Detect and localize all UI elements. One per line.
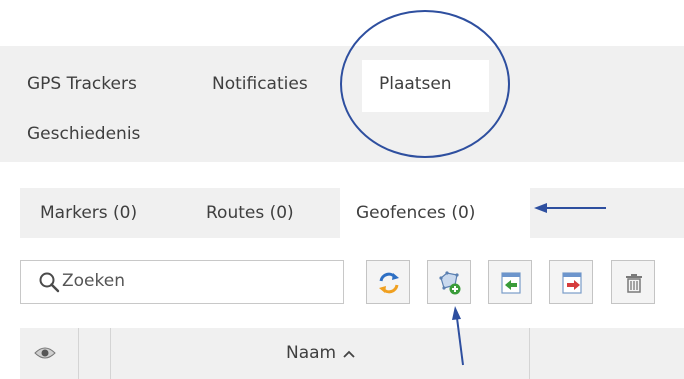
grid-separator — [110, 328, 111, 379]
tab-plaatsen[interactable]: Plaatsen — [379, 74, 452, 94]
grid-separator — [529, 328, 530, 379]
column-header-naam[interactable]: Naam — [286, 343, 336, 363]
eye-icon[interactable] — [34, 345, 56, 361]
subtab-routes[interactable]: Routes (0) — [206, 203, 294, 223]
refresh-icon — [379, 272, 399, 294]
tab-gps-trackers[interactable]: GPS Trackers — [27, 74, 137, 94]
import-button[interactable] — [488, 260, 532, 304]
delete-button[interactable] — [611, 260, 655, 304]
add-geofence-icon — [439, 271, 461, 295]
sort-ascending-icon[interactable] — [342, 349, 356, 359]
subtab-geofences[interactable]: Geofences (0) — [356, 203, 475, 223]
refresh-button[interactable] — [366, 260, 410, 304]
trash-icon — [626, 274, 642, 293]
export-button[interactable] — [549, 260, 593, 304]
tab-notificaties[interactable]: Notificaties — [212, 74, 308, 94]
add-geofence-button[interactable] — [427, 260, 471, 304]
import-icon — [501, 272, 521, 294]
main-tab-bar — [0, 46, 684, 162]
search-icon — [39, 272, 60, 293]
grid-separator — [78, 328, 79, 379]
export-icon — [562, 272, 582, 294]
search-placeholder: Zoeken — [62, 271, 125, 291]
subtab-markers[interactable]: Markers (0) — [40, 203, 137, 223]
tab-geschiedenis[interactable]: Geschiedenis — [27, 124, 140, 144]
